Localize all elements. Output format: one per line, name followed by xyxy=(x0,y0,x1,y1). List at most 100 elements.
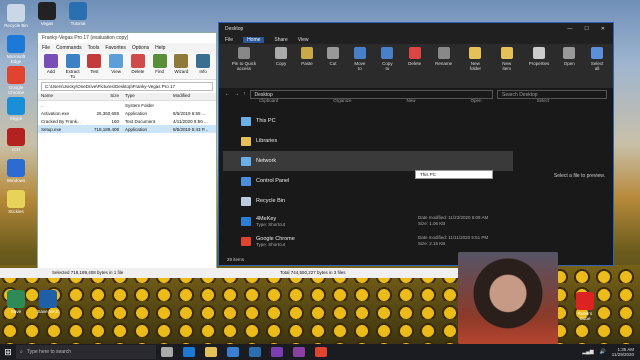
item-text: Network xyxy=(256,158,276,164)
start-button[interactable]: ⊞ xyxy=(0,347,16,358)
ribbon-paste-button[interactable]: Paste xyxy=(300,47,313,85)
status-total: Total 744,550,227 bytes in 3 files xyxy=(280,270,346,275)
table-row[interactable]: .. System Folder xyxy=(38,101,216,109)
up-arrow-icon[interactable]: ↑ xyxy=(243,91,246,97)
menu-item-favorites[interactable]: Favorites xyxy=(105,45,126,51)
tab-view[interactable]: View xyxy=(298,37,309,43)
tool-info-button[interactable]: Info xyxy=(194,54,212,77)
desktop-icon[interactable]: Vegas xyxy=(34,2,60,27)
ribbon-new-item-button[interactable]: New item xyxy=(499,47,515,85)
ribbon-rename-button[interactable]: Rename xyxy=(435,47,452,85)
ribbon-delete-button[interactable]: Delete xyxy=(408,47,421,85)
desktop-icon[interactable]: Stickies xyxy=(3,190,29,215)
table-row[interactable]: Setup.exe 718,189,408 Application 8/5/2019 … xyxy=(38,125,216,133)
ribbon-pin-to-quick-access-button[interactable]: Pin to Quick access xyxy=(227,47,261,85)
explorer-title: Desktop xyxy=(225,26,244,32)
network-icon[interactable]: ▂▄▆ xyxy=(582,349,593,355)
search-icon: ⌕ xyxy=(20,349,23,355)
volume-icon[interactable]: 🔊 xyxy=(600,349,606,355)
column-header-modified[interactable]: Modified xyxy=(170,93,216,100)
app-icon xyxy=(7,128,25,146)
menu-item-commands[interactable]: Commands xyxy=(56,45,82,51)
table-row[interactable]: Cracked By Frank... 160 Text Document 4/11/… xyxy=(38,117,216,125)
copy-to-icon xyxy=(381,47,394,59)
ribbon-copy-to-button[interactable]: Copy to xyxy=(381,47,394,85)
desktop-icon[interactable]: Google Chrome xyxy=(3,66,29,96)
column-header-name[interactable]: Name xyxy=(38,93,90,100)
app-icon xyxy=(38,2,56,20)
ribbon-cut-button[interactable]: Cut xyxy=(326,47,339,85)
list-item[interactable]: Recycle Bin xyxy=(223,191,513,211)
add-icon xyxy=(43,54,58,68)
app-icon xyxy=(69,2,87,20)
minimize-icon[interactable]: — xyxy=(567,26,572,32)
back-arrow-icon[interactable]: ← xyxy=(225,91,230,97)
tool-test-button[interactable]: Test xyxy=(86,54,104,77)
app-icon xyxy=(7,190,25,208)
item-text: 4MeKey Type: Shortcut xyxy=(256,216,285,227)
column-header-size[interactable]: Size xyxy=(90,93,122,100)
desktop-icon[interactable]: Windows xyxy=(3,159,29,184)
ribbon-tabs: File Home Share View xyxy=(219,35,613,44)
ribbon-new-folder-button[interactable]: New folder xyxy=(466,47,485,85)
chrome-icon[interactable] xyxy=(315,347,327,357)
obs-icon[interactable] xyxy=(271,347,283,357)
close-icon[interactable]: ✕ xyxy=(601,26,605,32)
store-icon[interactable] xyxy=(227,347,239,357)
tab-home[interactable]: Home xyxy=(243,36,265,43)
desktop-icon[interactable]: Tutorial xyxy=(65,2,91,27)
desktop-icon-label: Save xyxy=(10,309,22,314)
ribbon-open-button[interactable]: Open xyxy=(563,47,576,85)
tab-file[interactable]: File xyxy=(225,37,233,43)
list-item[interactable]: Google Chrome Type: Shortcut Date modified… xyxy=(223,231,513,251)
desktop-icon-label: Save MAX xyxy=(37,309,59,314)
desktop-icon[interactable]: ICH xyxy=(3,128,29,153)
desktop-icon[interactable]: Save xyxy=(3,290,29,315)
menu-item-tools[interactable]: Tools xyxy=(88,45,100,51)
desktop-icon-label: Microsoft Edge xyxy=(6,54,26,64)
cell-name: Setup.exe xyxy=(41,126,62,132)
desktop-icon[interactable]: Microsoft Edge xyxy=(3,35,29,65)
mail-icon[interactable] xyxy=(249,347,261,357)
item-meta: Date modified: 11/23/2020 6:08 AM Size: 1… xyxy=(418,215,513,227)
winrar-path-field[interactable]: C:\Users\Jvicky\OneDrive\Pictures\Deskto… xyxy=(41,82,213,91)
explorer-titlebar: Desktop — ☐ ✕ xyxy=(219,23,613,35)
tool-view-button[interactable]: View xyxy=(107,54,125,77)
edge-icon[interactable] xyxy=(183,347,195,357)
ribbon-move-to-button[interactable]: Move to xyxy=(353,47,367,85)
clock[interactable]: 1:35 AM 11/29/2020 xyxy=(612,347,634,358)
menu-item-file[interactable]: File xyxy=(42,45,50,51)
tool-find-button[interactable]: Find xyxy=(151,54,169,77)
ribbon-copy-button[interactable]: Copy xyxy=(274,47,287,85)
desktop-icon[interactable]: Recycle Bin xyxy=(3,4,29,29)
view-icon xyxy=(109,54,124,68)
winrar-icon[interactable] xyxy=(293,347,305,357)
column-header-type[interactable]: Type xyxy=(122,93,170,100)
list-item[interactable]: This PC xyxy=(223,111,513,131)
tool-label: Extract To xyxy=(65,69,80,79)
list-item[interactable]: Network xyxy=(223,151,513,171)
menu-item-help[interactable]: Help xyxy=(155,45,165,51)
tool-wizard-button[interactable]: Wizard xyxy=(173,54,191,77)
menu-item-options[interactable]: Options xyxy=(132,45,149,51)
tool-add-button[interactable]: Add xyxy=(42,54,60,77)
list-item[interactable]: Libraries xyxy=(223,131,513,151)
desktop-icon[interactable]: Save MAX xyxy=(35,290,61,315)
list-item[interactable]: 4MeKey Type: Shortcut Date modified: 11/23… xyxy=(223,211,513,231)
desktop-icon[interactable]: Rubik's Cube xyxy=(572,292,598,322)
ribbon-properties-button[interactable]: Properties xyxy=(529,47,549,85)
tab-share[interactable]: Share xyxy=(274,37,287,43)
taskbar-search[interactable]: ⌕ Type here to search xyxy=(16,345,156,359)
winrar-toolbar: Add Extract To Test View Delete Find Wizard Inf… xyxy=(38,52,216,80)
info-icon xyxy=(196,54,211,68)
desktop-icon[interactable]: Skype xyxy=(3,97,29,122)
table-row[interactable]: Activation.exe 26,360,659 Application 8/5/2… xyxy=(38,109,216,117)
forward-arrow-icon[interactable]: → xyxy=(234,91,239,97)
file-explorer-icon[interactable] xyxy=(205,347,217,357)
task-view-icon[interactable] xyxy=(161,347,173,357)
maximize-icon[interactable]: ☐ xyxy=(584,26,588,32)
tool-extract-to-button[interactable]: Extract To xyxy=(64,54,82,79)
tool-delete-button[interactable]: Delete xyxy=(129,54,147,77)
cell-modified: 8/5/2019 5:43 P... xyxy=(173,126,208,132)
ribbon-select-all-button[interactable]: Select all xyxy=(589,47,605,85)
